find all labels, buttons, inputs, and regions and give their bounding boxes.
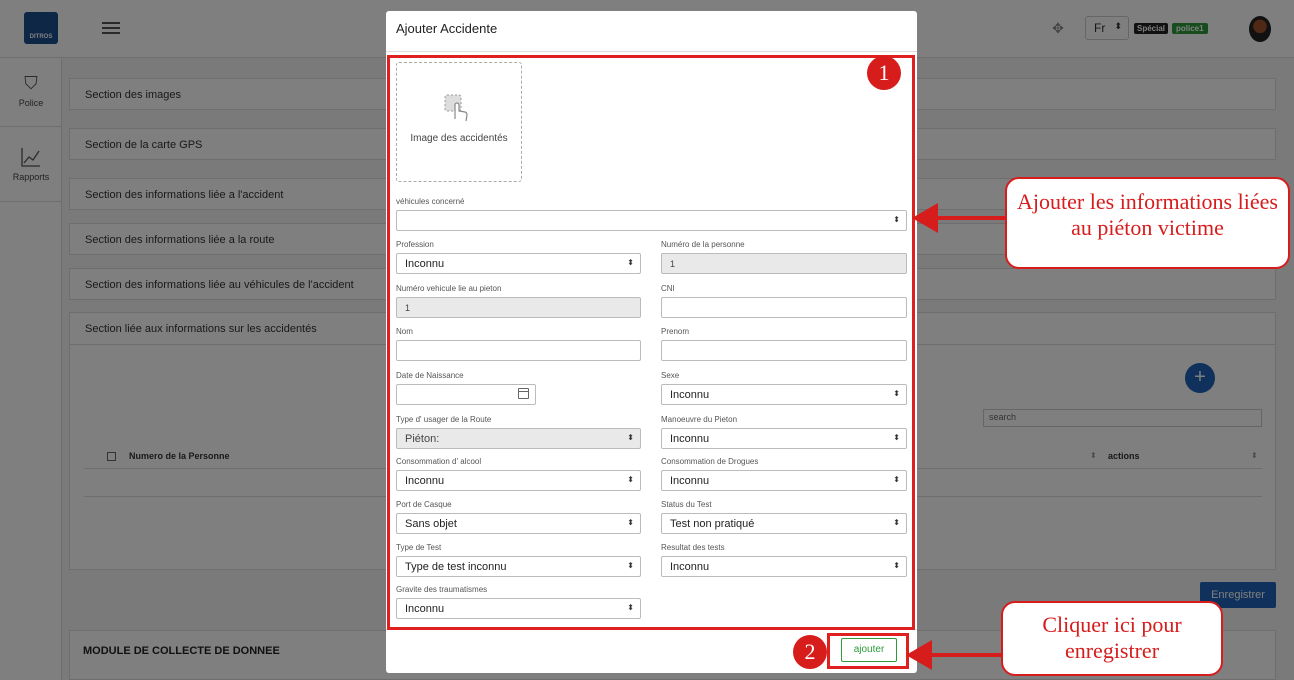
callout-save: Cliquer ici pour enregistrer bbox=[1001, 601, 1223, 676]
arrow-left-icon bbox=[912, 203, 1008, 233]
button-highlight-box bbox=[827, 633, 909, 669]
arrow-left-icon bbox=[906, 640, 1002, 670]
step-number-2: 2 bbox=[793, 635, 827, 669]
callout-info: Ajouter les informations liées au piéton… bbox=[1005, 177, 1290, 269]
modal-title: Ajouter Accidente bbox=[396, 21, 498, 36]
modal-header-divider bbox=[386, 51, 917, 52]
step-number-1: 1 bbox=[867, 56, 901, 90]
form-highlight-box bbox=[387, 55, 915, 630]
